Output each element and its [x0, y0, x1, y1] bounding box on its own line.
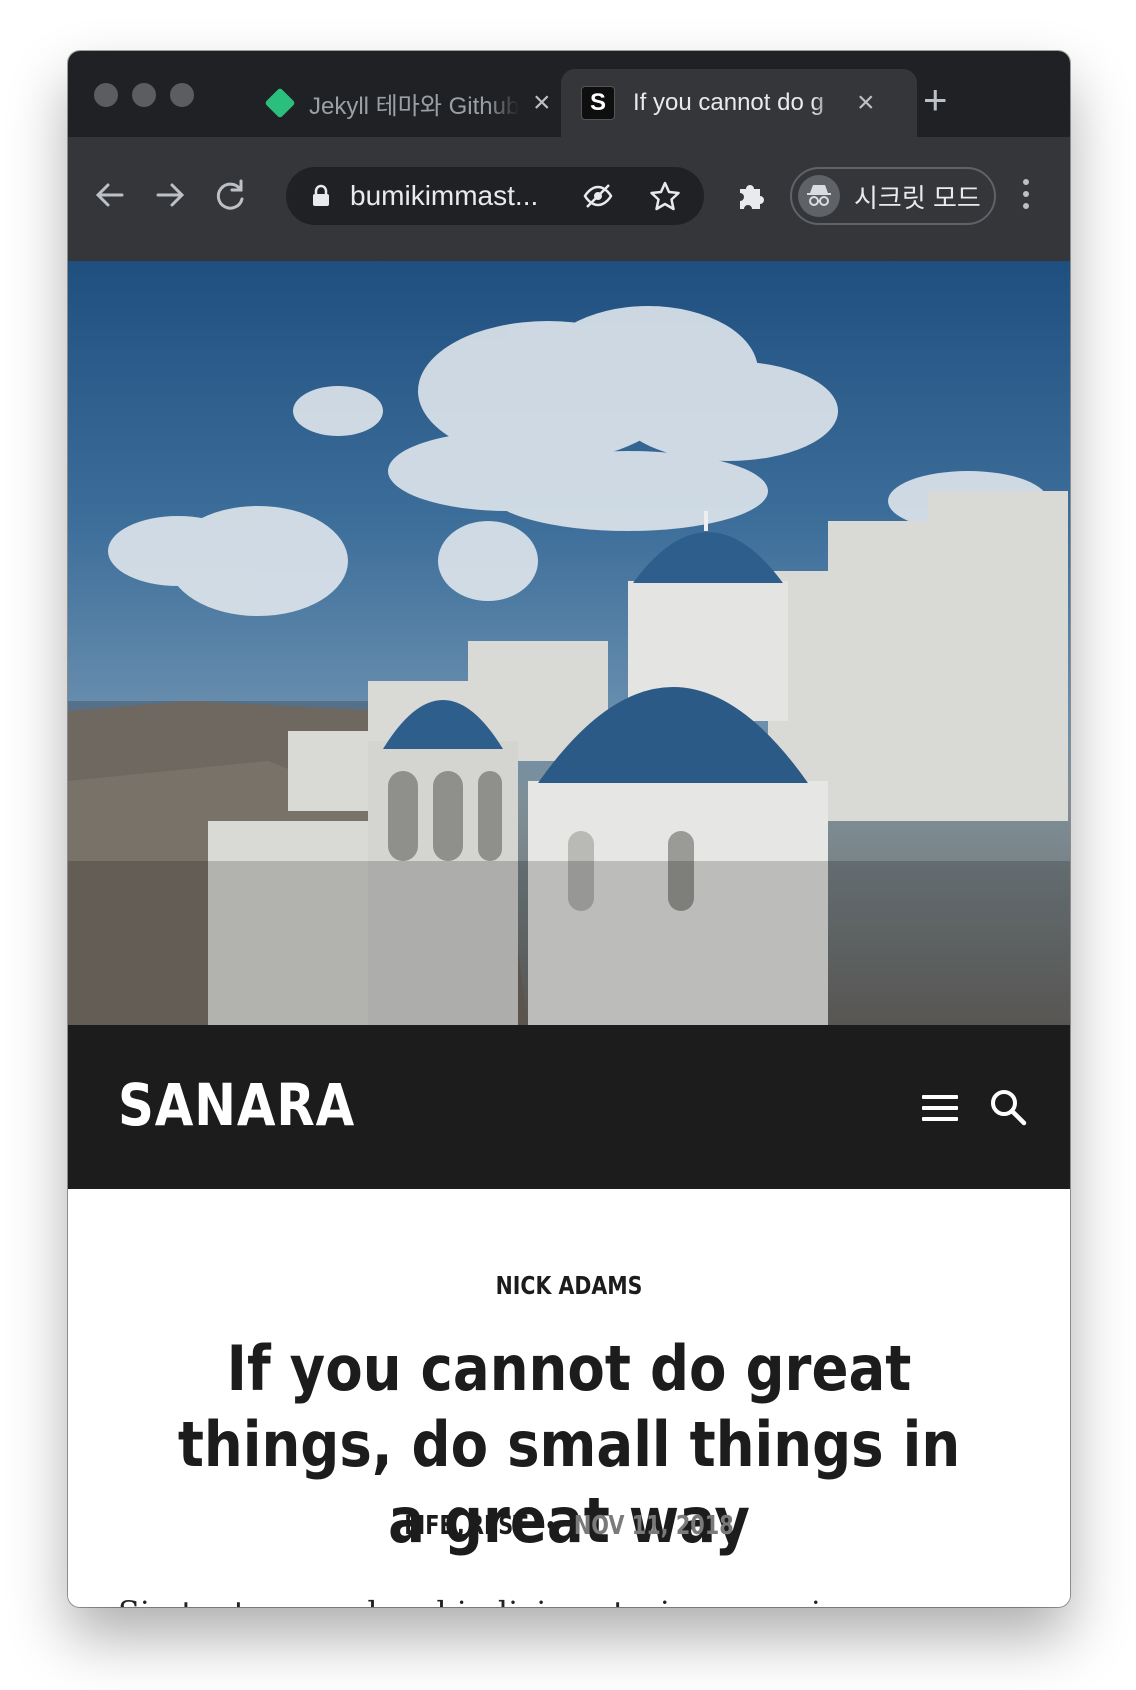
tab-title: Jekyll 테마와 Github — [309, 92, 519, 120]
bookmark-star-icon[interactable] — [648, 179, 682, 213]
menu-icon[interactable] — [922, 1095, 958, 1121]
green-diamond-icon — [264, 87, 296, 119]
incognito-badge[interactable]: 시크릿 모드 — [790, 167, 996, 225]
arrow-right-icon — [156, 183, 185, 207]
url-text[interactable]: bumikimmast... — [350, 180, 538, 212]
new-tab-button[interactable]: + — [923, 79, 948, 121]
post-meta: LIFE , REST • NOV 11, 2018 — [168, 1511, 970, 1541]
post-excerpt: Sin tantum modo ad indicia veteris memor… — [118, 1594, 859, 1607]
close-tab-icon[interactable]: × — [533, 88, 551, 118]
lock-icon — [313, 184, 329, 206]
close-window-button[interactable] — [94, 83, 118, 107]
extensions-puzzle-icon[interactable] — [734, 179, 768, 213]
window-controls — [94, 83, 194, 107]
site-header: SANARA — [68, 1025, 1070, 1189]
post-author[interactable]: NICK ADAMS — [158, 1271, 980, 1300]
tab-title: If you cannot do g — [633, 89, 824, 116]
tab-strip: Jekyll 테마와 Github × S If you cannot do g… — [68, 51, 1070, 137]
arrow-left-icon — [95, 183, 124, 207]
minimize-window-button[interactable] — [132, 83, 156, 107]
article: NICK ADAMS If you cannot do great things… — [68, 1189, 1070, 1607]
post-date: NOV 11, 2018 — [573, 1511, 734, 1541]
maximize-window-button[interactable] — [170, 83, 194, 107]
reload-button[interactable] — [210, 175, 250, 215]
browser-toolbar: bumikimmast... 시크릿 모드 — [68, 137, 1070, 261]
category-link[interactable]: LIFE — [404, 1511, 453, 1541]
s-logo-icon: S — [581, 86, 615, 120]
address-bar[interactable]: bumikimmast... — [286, 167, 704, 225]
browser-window: Jekyll 테마와 Github × S If you cannot do g… — [68, 51, 1070, 1607]
search-icon[interactable] — [988, 1087, 1028, 1127]
incognito-label: 시크릿 모드 — [854, 182, 981, 213]
browser-menu-button[interactable] — [1023, 179, 1029, 209]
meta-separator-dot: • — [545, 1513, 557, 1539]
forward-button[interactable] — [150, 175, 190, 215]
hero-image — [68, 261, 1070, 1025]
close-tab-icon[interactable]: × — [857, 88, 875, 118]
eye-off-icon[interactable] — [582, 180, 614, 212]
back-button[interactable] — [90, 175, 130, 215]
reload-icon — [216, 179, 244, 210]
tab-active-post[interactable]: S If you cannot do g × — [561, 69, 917, 137]
category-separator: , — [456, 1511, 465, 1541]
incognito-icon — [798, 175, 840, 217]
category-link[interactable]: REST — [468, 1511, 527, 1541]
site-logo[interactable]: SANARA — [118, 1071, 355, 1139]
